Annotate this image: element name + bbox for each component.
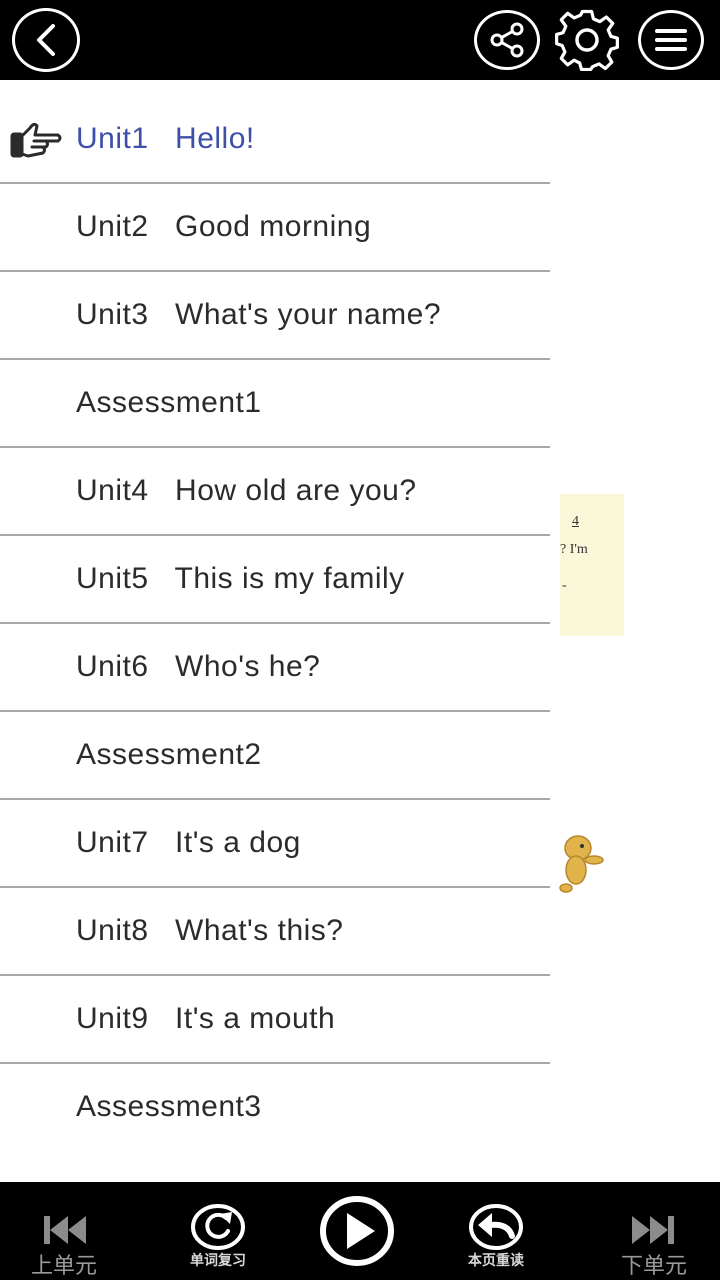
unit-list-item[interactable]: Unit2 Good morning [0, 184, 550, 272]
next-unit-label: 下单元 [620, 1254, 687, 1279]
unit-list-item[interactable]: Unit4 How old are you? [0, 448, 550, 536]
menu-button[interactable] [638, 10, 704, 70]
refresh-icon [191, 1204, 245, 1250]
skip-forward-icon [632, 1216, 674, 1244]
unit-list-item[interactable]: Unit7 It's a dog [0, 800, 550, 888]
unit-list-item[interactable]: Unit3 What's your name? [0, 272, 550, 360]
unit-list-item[interactable]: Unit5 This is my family [0, 536, 550, 624]
unit-list-item[interactable]: Unit9 It's a mouth [0, 976, 550, 1064]
book-page-text-snippet: 4 ? I'm - [560, 494, 624, 636]
unit-title: Unit8 What's this? [76, 914, 344, 947]
play-button[interactable] [318, 1182, 396, 1280]
unit-title: Assessment2 [76, 738, 262, 771]
gear-icon [555, 9, 619, 72]
unit-title: Assessment3 [76, 1090, 262, 1123]
next-unit-button[interactable]: 下单元 [604, 1182, 704, 1280]
snippet-line: - [562, 578, 567, 593]
unit-list-item[interactable]: Assessment2 [0, 712, 550, 800]
previous-unit-label: 上单元 [30, 1254, 97, 1279]
back-button[interactable] [12, 8, 80, 72]
hamburger-menu-icon [655, 29, 687, 51]
skip-back-icon [44, 1216, 86, 1244]
unit-title: Unit4 How old are you? [76, 474, 417, 507]
unit-title: Unit3 What's your name? [76, 298, 442, 331]
snippet-line: ? I'm [560, 542, 588, 557]
unit-title: Unit2 Good morning [76, 210, 372, 243]
unit-title: Unit7 It's a dog [76, 826, 301, 859]
unit-list-item[interactable]: Assessment3 [0, 1064, 550, 1152]
settings-button[interactable] [552, 6, 622, 74]
unit-list-item[interactable]: Unit6 Who's he? [0, 624, 550, 712]
reread-page-button[interactable]: 本页重读 [450, 1182, 542, 1280]
chevron-left-icon [37, 24, 55, 56]
word-review-label: 单词复习 [190, 1253, 246, 1269]
reply-icon [469, 1204, 523, 1250]
unit-list-item[interactable]: Unit1 Hello! [0, 96, 550, 184]
reread-page-label: 本页重读 [468, 1253, 524, 1269]
word-review-button[interactable]: 单词复习 [172, 1182, 264, 1280]
share-icon [490, 22, 524, 58]
unit-title: Unit9 It's a mouth [76, 1002, 336, 1035]
hand-pointer-icon [10, 122, 62, 158]
bottom-toolbar: 上单元 单词复习 本页重读 下单元 [0, 1182, 720, 1280]
top-bar [0, 0, 720, 80]
unit-title: Unit6 Who's he? [76, 650, 321, 683]
unit-title: Unit5 This is my family [76, 562, 405, 595]
unit-title: Assessment1 [76, 386, 262, 419]
previous-unit-button[interactable]: 上单元 [14, 1182, 114, 1280]
play-icon [320, 1196, 394, 1266]
unit-list-item[interactable]: Assessment1 [0, 360, 550, 448]
dog-illustration [559, 835, 604, 893]
unit-title: Unit1 Hello! [76, 122, 255, 155]
unit-list-item[interactable]: Unit8 What's this? [0, 888, 550, 976]
snippet-line: 4 [572, 514, 579, 529]
share-button[interactable] [474, 10, 540, 70]
